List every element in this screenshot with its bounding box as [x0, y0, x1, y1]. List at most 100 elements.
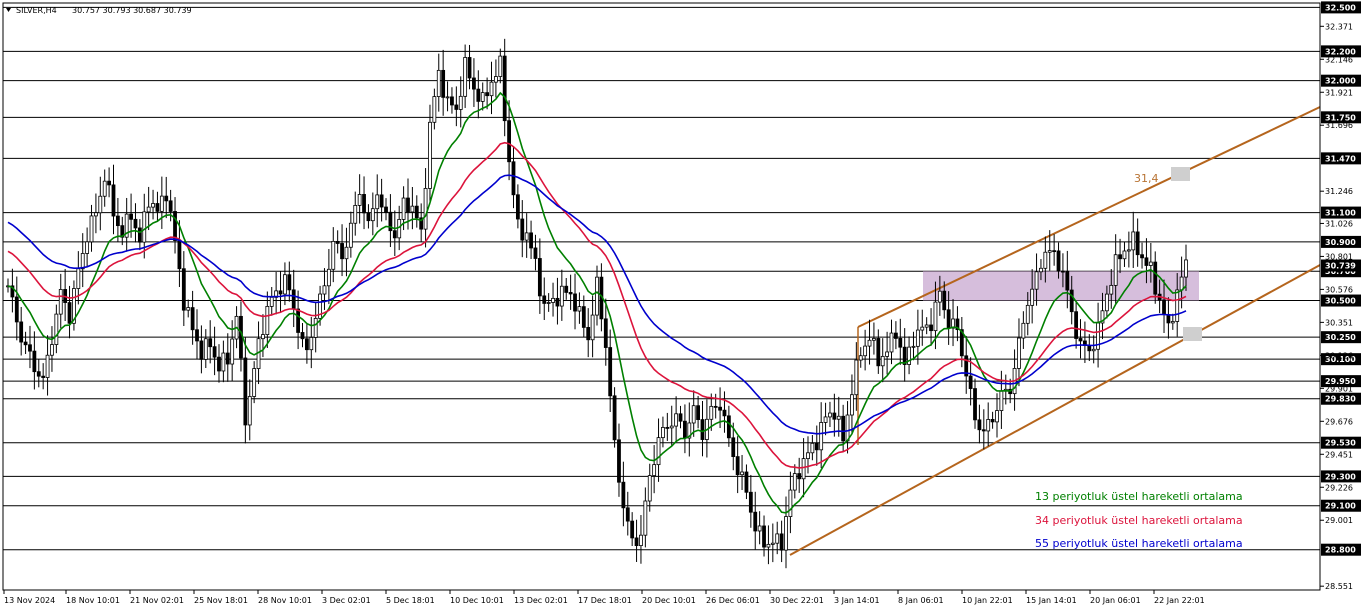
candle-body: [753, 511, 758, 532]
candle-body: [1069, 289, 1074, 313]
candle-body: [203, 338, 208, 360]
candle-body: [1153, 261, 1158, 295]
candle-body: [41, 375, 46, 378]
candle-body: [137, 227, 142, 243]
candle-body: [915, 329, 920, 347]
candle-body: [454, 104, 459, 110]
candle-body: [1122, 250, 1127, 260]
candle-body: [243, 357, 248, 426]
y-tick-label: 32.146: [1325, 55, 1353, 64]
candle-body: [326, 268, 331, 287]
candle-body: [225, 352, 230, 365]
candle-body: [762, 525, 766, 548]
candle-body: [379, 194, 384, 208]
candle-body: [929, 324, 933, 332]
candle-body: [28, 344, 32, 352]
candle-body: [322, 285, 327, 295]
candle-body: [1021, 322, 1026, 339]
level-label: 32.000: [1325, 77, 1356, 86]
candle-body: [718, 406, 722, 411]
candle-body: [283, 274, 287, 295]
candle-body: [331, 240, 336, 270]
candle-body: [828, 412, 832, 418]
candle-body: [1091, 348, 1096, 352]
candle-body: [942, 290, 947, 311]
candle-body: [533, 247, 538, 259]
x-tick-label: 26 Dec 06:01: [706, 596, 760, 605]
level-label: 29.530: [1325, 439, 1356, 448]
price-chart: 32.50032.20032.00031.75031.47031.10030.9…: [0, 0, 1362, 611]
candle-body: [467, 57, 472, 79]
y-tick-label: 30.351: [1325, 318, 1353, 327]
candle-body: [559, 285, 564, 307]
candle-body: [173, 211, 177, 241]
candle-body: [458, 95, 463, 110]
level-label: 31.100: [1325, 209, 1356, 218]
candle-body: [115, 215, 120, 227]
candle-body: [45, 354, 50, 378]
candle-body: [1034, 271, 1039, 290]
x-tick-label: 10 Dec 10:01: [450, 596, 504, 605]
candle-body: [313, 317, 318, 338]
x-tick-label: 25 Nov 18:01: [194, 596, 248, 605]
candle-body: [168, 200, 173, 212]
candle-body: [375, 194, 380, 210]
candle-body: [511, 161, 516, 196]
candle-body: [23, 341, 28, 346]
x-tick-label: 21 Nov 02:01: [130, 596, 184, 605]
candle-body: [858, 355, 863, 361]
candle-body: [80, 253, 85, 270]
candle-body: [309, 337, 314, 351]
candle-body: [50, 344, 54, 356]
candle-body: [353, 205, 358, 224]
level-label: 29.100: [1325, 502, 1356, 511]
candle-body: [94, 212, 98, 217]
candle-body: [278, 290, 283, 295]
candle-body: [814, 442, 819, 451]
candle-body: [981, 429, 986, 432]
candle-body: [76, 268, 81, 289]
candle-body: [537, 258, 542, 297]
candle-body: [146, 206, 151, 213]
candle-body: [990, 419, 995, 423]
candle-body: [770, 542, 775, 545]
candle-body: [142, 211, 147, 243]
candle-body: [300, 332, 305, 340]
candle-body: [436, 69, 441, 97]
candle-body: [19, 321, 24, 343]
candle-body: [296, 308, 301, 333]
candle-body: [515, 194, 520, 220]
candle-body: [1131, 231, 1136, 251]
candle-body: [722, 409, 727, 417]
candle-body: [85, 241, 90, 254]
candle-body: [757, 525, 762, 532]
candle-body: [863, 345, 868, 357]
y-tick-label: 32.371: [1325, 22, 1353, 31]
x-tick-label: 28 Nov 10:01: [258, 596, 312, 605]
candle-body: [1175, 289, 1180, 322]
candle-body: [89, 215, 94, 243]
x-tick-label: 22 Jan 22:01: [1154, 596, 1205, 605]
y-tick-label: 30.126: [1325, 351, 1353, 360]
candle-body: [999, 390, 1004, 411]
candle-body: [401, 197, 406, 220]
candle-body: [1047, 250, 1052, 253]
candle-body: [933, 301, 938, 332]
candle-body: [634, 537, 639, 547]
candle-body: [656, 437, 661, 466]
candle-body: [1052, 250, 1057, 253]
y-tick-label: 29.226: [1325, 483, 1353, 492]
candle-body: [823, 416, 828, 423]
symbol-label: SILVER,H4: [16, 6, 57, 15]
candle-body: [1030, 288, 1035, 306]
candle-body: [924, 324, 929, 328]
candle-body: [54, 313, 59, 345]
candle-body: [445, 96, 450, 99]
candle-body: [410, 205, 415, 213]
y-tick-label: 29.901: [1325, 384, 1353, 393]
x-tick-label: 18 Nov 10:01: [66, 596, 120, 605]
candle-body: [1074, 311, 1079, 339]
candle-body: [133, 218, 138, 229]
candle-body: [340, 243, 344, 260]
candle-body: [1109, 284, 1114, 295]
